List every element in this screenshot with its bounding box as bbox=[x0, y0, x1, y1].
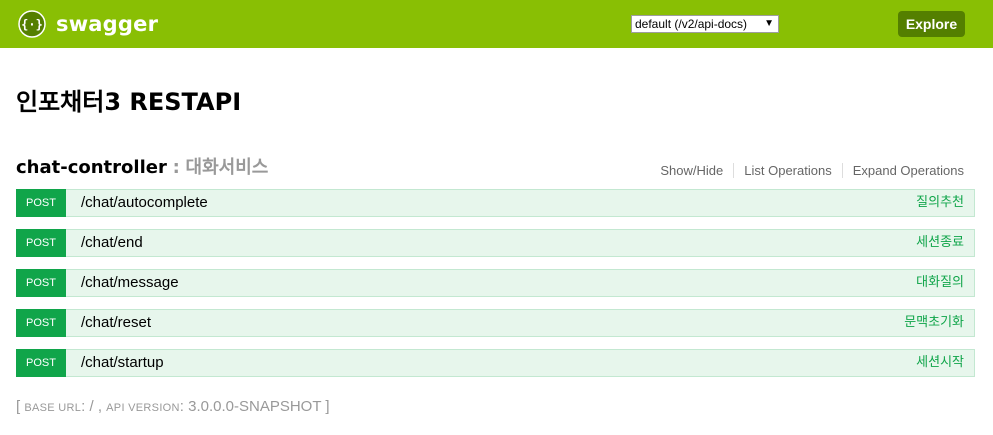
method-badge[interactable]: POST bbox=[16, 229, 66, 257]
api-version-value: : 3.0.0.0-SNAPSHOT bbox=[179, 398, 322, 415]
operation-path[interactable]: /chat/message bbox=[81, 270, 179, 296]
operation-summary[interactable]: 세션종료 bbox=[916, 230, 964, 256]
list-operations-link[interactable]: List Operations bbox=[734, 163, 843, 178]
expand-operations-link[interactable]: Expand Operations bbox=[843, 163, 964, 178]
svg-text:{·}: {·} bbox=[21, 18, 43, 32]
base-url-label: BASE URL bbox=[24, 402, 82, 414]
logo-text[interactable]: swagger bbox=[56, 10, 158, 38]
resource-header[interactable]: chat-controller : 대화서비스 bbox=[16, 155, 268, 181]
operation-summary[interactable]: 대화질의 bbox=[916, 270, 964, 296]
footer-close-bracket: ] bbox=[325, 398, 330, 415]
method-badge[interactable]: POST bbox=[16, 269, 66, 297]
dropdown-arrow-icon: ▼ bbox=[764, 18, 774, 29]
method-badge[interactable]: POST bbox=[16, 189, 66, 217]
swagger-braces-icon[interactable]: {·} bbox=[18, 10, 46, 38]
base-url-value: : / , bbox=[81, 398, 102, 415]
resource-description: 대화서비스 bbox=[185, 157, 269, 178]
operation-summary[interactable]: 세션시작 bbox=[916, 350, 964, 376]
operation-path[interactable]: /chat/reset bbox=[81, 310, 151, 336]
method-badge[interactable]: POST bbox=[16, 309, 66, 337]
operation-row-end[interactable]: POST /chat/end 세션종료 bbox=[16, 229, 975, 257]
method-badge[interactable]: POST bbox=[16, 349, 66, 377]
api-footer: [ BASE URL: / , API VERSION: 3.0.0.0-SNA… bbox=[16, 396, 330, 419]
show-hide-link[interactable]: Show/Hide bbox=[660, 163, 735, 178]
operation-path[interactable]: /chat/startup bbox=[81, 350, 164, 376]
operation-path[interactable]: /chat/autocomplete bbox=[81, 190, 208, 216]
api-version-label: API VERSION bbox=[106, 402, 180, 414]
top-bar: {·} swagger default (/v2/api-docs) ▼ Exp… bbox=[0, 0, 993, 48]
resource-options: Show/Hide List Operations Expand Operation… bbox=[660, 162, 964, 180]
footer-open-bracket: [ bbox=[16, 398, 21, 415]
operation-row-autocomplete[interactable]: POST /chat/autocomplete 질의추천 bbox=[16, 189, 975, 217]
spec-selector[interactable]: default (/v2/api-docs) ▼ bbox=[631, 15, 779, 33]
operation-summary[interactable]: 문맥초기화 bbox=[904, 310, 964, 336]
resource-separator: : bbox=[172, 157, 180, 178]
operation-row-startup[interactable]: POST /chat/startup 세션시작 bbox=[16, 349, 975, 377]
operation-path[interactable]: /chat/end bbox=[81, 230, 143, 256]
spec-selector-value: default (/v2/api-docs) bbox=[635, 17, 748, 31]
operation-summary[interactable]: 질의추천 bbox=[916, 190, 964, 216]
explore-button[interactable]: Explore bbox=[898, 11, 965, 37]
api-title: 인포채터3 RESTAPI bbox=[16, 88, 242, 116]
operation-row-reset[interactable]: POST /chat/reset 문맥초기화 bbox=[16, 309, 975, 337]
resource-name[interactable]: chat-controller bbox=[16, 157, 167, 178]
operation-row-message[interactable]: POST /chat/message 대화질의 bbox=[16, 269, 975, 297]
